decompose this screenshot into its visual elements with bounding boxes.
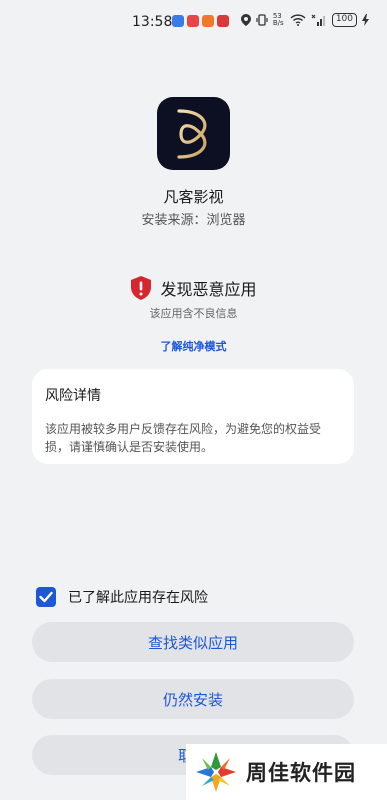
notification-icons: [172, 15, 229, 27]
acknowledge-risk-row[interactable]: 已了解此应用存在风险: [36, 587, 208, 607]
location-icon: [240, 14, 251, 26]
watermark-text: 周佳软件园: [246, 761, 356, 785]
app-logo-icon: [176, 108, 206, 159]
watermark-logo-icon: [196, 752, 236, 792]
risk-details-description: 该应用被较多用户反馈存在风险，为避免您的权益受损，请谨慎确认是否安装使用。: [45, 422, 322, 454]
warning-title: 发现恶意应用: [160, 280, 257, 299]
status-time: 13:58: [132, 14, 173, 30]
battery-indicator: 100: [331, 13, 357, 27]
install-anyway-button[interactable]: 仍然安装: [32, 679, 354, 719]
wifi-icon: [290, 14, 306, 26]
system-icons: 53 B/s 100: [240, 12, 369, 27]
acknowledge-checkbox[interactable]: [36, 587, 56, 607]
network-speed: 53 B/s: [272, 12, 284, 27]
app-name: 凡客影视: [163, 188, 224, 206]
notification-app-icon: [172, 15, 184, 27]
app-icon: [157, 97, 230, 170]
checkmark-icon: [39, 591, 53, 603]
status-bar: 13:58 53 B/s 100: [0, 0, 387, 44]
watermark: 周佳软件园: [186, 744, 387, 800]
find-similar-apps-button[interactable]: 查找类似应用: [32, 622, 354, 662]
learn-pure-mode-link[interactable]: 了解纯净模式: [0, 338, 387, 354]
risk-details-card: 风险详情 该应用被较多用户反馈存在风险，为避免您的权益受损，请谨慎确认是否安装使…: [32, 369, 354, 464]
acknowledge-label: 已了解此应用存在风险: [68, 590, 208, 606]
notification-app-icon: [187, 15, 199, 27]
notification-app-icon: [202, 15, 214, 27]
signal-icon: [311, 14, 325, 26]
vibrate-icon: [256, 14, 268, 26]
install-source: 安装来源：浏览器: [141, 213, 246, 228]
shield-warning-icon: [131, 276, 152, 300]
notification-app-icon: [217, 15, 229, 27]
charging-icon: [362, 14, 369, 26]
warning-subtitle: 该应用含不良信息: [149, 307, 238, 320]
malware-warning: 发现恶意应用: [0, 276, 387, 300]
risk-details-title: 风险详情: [45, 388, 101, 404]
